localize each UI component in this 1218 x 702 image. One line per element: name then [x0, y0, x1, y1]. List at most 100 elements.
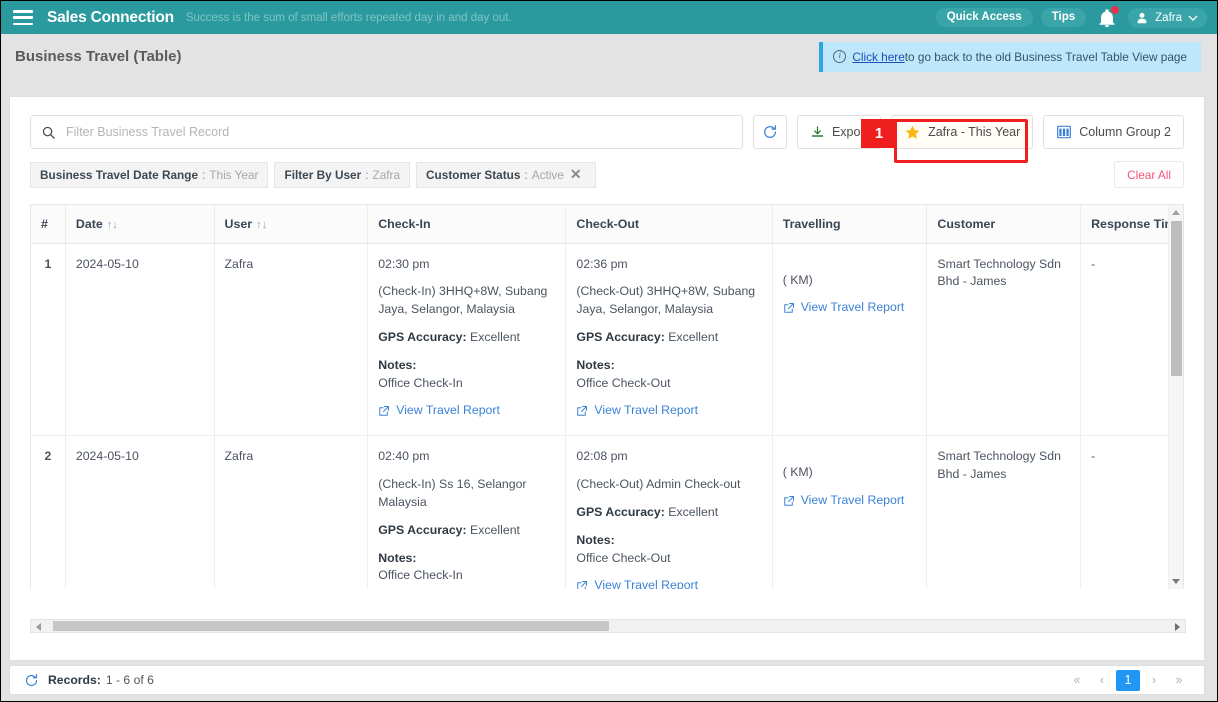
- notes-label: Notes:: [576, 357, 615, 372]
- view-travel-report-link[interactable]: View Travel Report: [576, 402, 698, 420]
- column-header-travelling[interactable]: Travelling: [772, 205, 928, 244]
- tips-button[interactable]: Tips: [1040, 8, 1087, 27]
- pagination-last[interactable]: »: [1168, 670, 1190, 691]
- sort-icon[interactable]: ↑↓: [107, 219, 118, 231]
- filter-chip-customer-status[interactable]: Customer Status : Active ✕: [416, 161, 596, 188]
- checkout-notes: Notes: Office Check-Out: [576, 357, 761, 393]
- checkout-gps: GPS Accuracy: Excellent: [576, 329, 761, 347]
- column-header-index: #: [31, 205, 66, 244]
- notes-label: Notes:: [576, 532, 615, 547]
- checkin-gps: GPS Accuracy: Excellent: [378, 329, 555, 347]
- checkin-location: (Check-In) Ss 16, Selangor Malaysia: [378, 477, 527, 509]
- legacy-page-link[interactable]: Click here: [852, 50, 904, 64]
- notes-value: Office Check-Out: [576, 375, 671, 390]
- column-header-date[interactable]: Date ↑↓: [65, 205, 215, 244]
- chip-value: This Year: [209, 167, 259, 182]
- top-navbar: Sales Connection Success is the sum of s…: [1, 1, 1217, 34]
- page-title: Business Travel (Table): [15, 48, 182, 65]
- clear-all-button[interactable]: Clear All: [1114, 161, 1184, 188]
- checkout-notes: Notes: Office Check-Out: [576, 532, 761, 568]
- vertical-scroll-thumb[interactable]: [1171, 221, 1182, 376]
- pagination-prev[interactable]: ‹: [1091, 670, 1113, 691]
- checkin-location: (Check-In) 3HHQ+8W, Subang Jaya, Selango…: [378, 284, 548, 317]
- export-icon: [811, 125, 824, 137]
- notification-bell-icon[interactable]: [1096, 5, 1120, 29]
- gps-accuracy-label: GPS Accuracy:: [576, 504, 665, 519]
- column-header-user[interactable]: User ↑↓: [214, 205, 369, 244]
- column-header-label: Date: [75, 216, 103, 231]
- notes-value: Office Check-Out: [576, 550, 671, 565]
- column-header-check-in[interactable]: Check-In: [367, 205, 567, 244]
- search-icon: [42, 126, 55, 139]
- footer-refresh-button[interactable]: [24, 673, 39, 688]
- checkout-time: 02:36 pm: [576, 256, 628, 271]
- close-icon[interactable]: ✕: [566, 166, 586, 183]
- gps-accuracy-value: Excellent: [668, 329, 719, 344]
- cell-customer: Smart Technology Sdn Bhd - James: [926, 243, 1082, 437]
- gps-accuracy-label: GPS Accuracy:: [378, 329, 467, 344]
- user-menu[interactable]: Zafra: [1128, 7, 1207, 28]
- cell-index: 1: [31, 243, 66, 437]
- chip-separator: :: [202, 167, 206, 182]
- legacy-page-text: to go back to the old Business Travel Ta…: [904, 49, 1187, 64]
- view-travel-report-link[interactable]: View Travel Report: [576, 577, 698, 589]
- view-travel-report-link[interactable]: View Travel Report: [783, 492, 904, 510]
- external-link-icon: [577, 581, 588, 589]
- table-header-row: # Date ↑↓ User ↑↓ Check-In Check-Out Trave…: [31, 205, 1183, 244]
- table-row[interactable]: 1 2024-05-10 Zafra 02:30 pm (Check-In) 3…: [31, 243, 1183, 437]
- page-header: Business Travel (Table) i Click here to …: [1, 34, 1217, 79]
- app-window: Sales Connection Success is the sum of s…: [0, 0, 1218, 702]
- scroll-left-arrow-icon[interactable]: [36, 623, 41, 631]
- external-link-icon: [783, 303, 794, 313]
- scroll-up-arrow-icon[interactable]: [1172, 210, 1180, 215]
- search-box[interactable]: [30, 115, 743, 149]
- checkin-notes: Notes: Office Check-In: [378, 550, 555, 586]
- hamburger-icon[interactable]: [13, 10, 33, 25]
- gps-accuracy-value: Excellent: [470, 329, 520, 344]
- avatar-icon: [1137, 12, 1147, 23]
- column-header-check-out[interactable]: Check-Out: [565, 205, 773, 244]
- cell-check-in: 02:30 pm (Check-In) 3HHQ+8W, Subang Jaya…: [367, 243, 567, 437]
- quick-access-button[interactable]: Quick Access: [935, 8, 1033, 27]
- scroll-right-arrow-icon[interactable]: [1175, 623, 1180, 631]
- cell-travelling: ( KM) View Travel Report: [772, 435, 928, 589]
- scroll-down-arrow-icon[interactable]: [1172, 579, 1180, 584]
- pagination-first[interactable]: «: [1066, 670, 1088, 691]
- column-group-icon: [1057, 125, 1072, 139]
- records-value: 1 - 6 of 6: [105, 673, 154, 687]
- travel-distance: ( KM): [782, 272, 813, 287]
- cell-date: 2024-05-10: [65, 435, 215, 589]
- favourite-view-label: Zafra - This Year: [928, 125, 1021, 139]
- column-group-label: Column Group 2: [1079, 125, 1171, 139]
- navbar-actions: Quick Access Tips Zafra: [935, 5, 1207, 29]
- horizontal-scroll-thumb[interactable]: [53, 621, 609, 631]
- filter-chip-date-range[interactable]: Business Travel Date Range : This Year: [30, 161, 269, 188]
- notification-badge-dot: [1111, 5, 1120, 14]
- favourite-view-button[interactable]: Zafra - This Year: [891, 115, 1034, 149]
- filter-chip-user[interactable]: Filter By User : Zafra: [274, 161, 411, 188]
- column-header-customer[interactable]: Customer: [926, 205, 1082, 244]
- pagination: « ‹ 1 › »: [1066, 669, 1190, 691]
- view-travel-report-label: View Travel Report: [594, 578, 699, 589]
- chip-label: Customer Status: [426, 167, 521, 182]
- refresh-button[interactable]: [752, 115, 787, 149]
- external-link-icon: [577, 406, 588, 417]
- table-vertical-scrollbar[interactable]: [1168, 205, 1183, 589]
- cell-customer: Smart Technology Sdn Bhd - James: [926, 435, 1082, 589]
- pagination-page-1[interactable]: 1: [1116, 669, 1140, 691]
- table-row[interactable]: 2 2024-05-10 Zafra 02:40 pm (Check-In) S…: [31, 435, 1183, 589]
- checkout-location: (Check-Out) Admin Check-out: [576, 477, 741, 492]
- view-travel-report-label: View Travel Report: [594, 403, 699, 418]
- cell-date: 2024-05-10: [65, 243, 215, 437]
- pagination-next[interactable]: ›: [1143, 670, 1165, 691]
- column-group-button[interactable]: Column Group 2: [1043, 115, 1184, 149]
- search-input[interactable]: [66, 125, 732, 139]
- table-horizontal-scrollbar[interactable]: [30, 619, 1186, 633]
- sort-icon[interactable]: ↑↓: [256, 219, 267, 231]
- brand-title: Sales Connection: [47, 8, 174, 26]
- view-travel-report-link[interactable]: View Travel Report: [783, 299, 904, 317]
- table-toolbar: Export Zafra - This Year Column Group 2: [10, 97, 1204, 149]
- column-header-label: User: [224, 216, 253, 231]
- checkin-notes: Notes: Office Check-In: [378, 357, 555, 393]
- view-travel-report-link[interactable]: View Travel Report: [378, 402, 500, 420]
